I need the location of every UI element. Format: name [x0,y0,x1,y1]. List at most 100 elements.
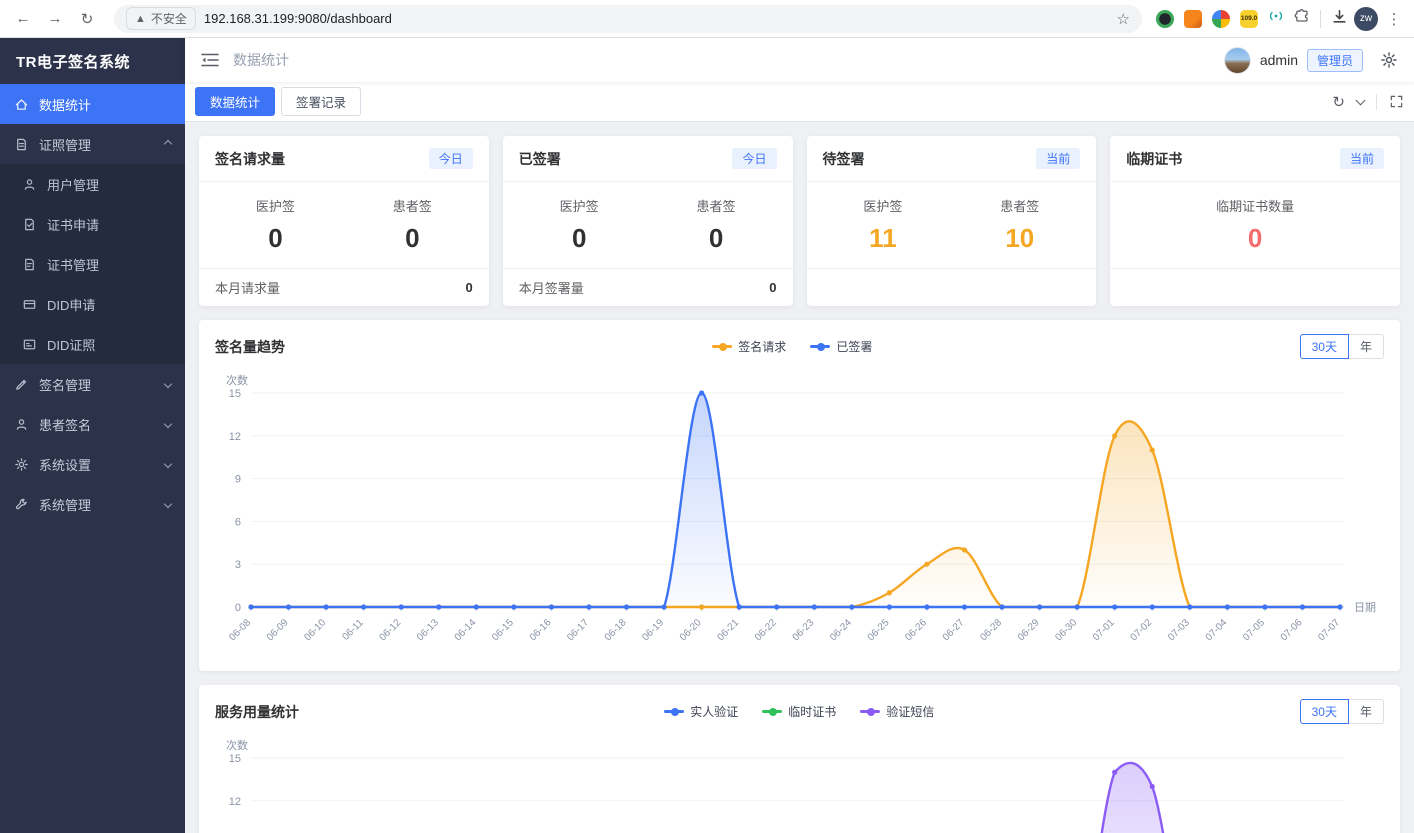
chart-card-service-usage: 服务用量统计 实人验证 临时证书 验证短信 30天 年 03691215次数日期… [199,685,1400,833]
avatar[interactable] [1224,47,1251,74]
svg-text:06-20: 06-20 [678,617,704,643]
svg-text:日期: 日期 [1354,601,1376,614]
system-icon [14,497,29,512]
tab-tools: ↻ [1332,93,1404,111]
svg-text:06-28: 06-28 [978,617,1004,643]
chevron-down-icon [164,420,172,428]
tools-divider [1376,94,1377,110]
legend-label: 已签署 [836,338,872,355]
svg-text:06-13: 06-13 [415,617,441,643]
refresh-icon[interactable]: ↻ [1332,93,1345,111]
svg-text:07-03: 07-03 [1166,617,1192,643]
forward-icon[interactable]: → [42,6,68,32]
extensions-puzzle-icon[interactable] [1294,8,1310,29]
download-icon[interactable] [1331,8,1348,30]
extensions-row: 109.0 [1156,8,1310,29]
svg-text:06-11: 06-11 [340,617,366,643]
sidebar-item-label: 系统设置 [39,455,91,474]
sidebar-item-label: 证书管理 [47,255,99,274]
bookmark-star-icon[interactable]: ☆ [1117,10,1130,28]
range-year-button[interactable]: 年 [1348,334,1384,359]
browser-profile-avatar[interactable]: zw [1354,7,1378,31]
extension-icon-fox[interactable] [1184,10,1202,28]
range-switch: 30天 年 [1300,699,1384,724]
reload-icon[interactable]: ↻ [74,6,100,32]
footer-label: 本月签署量 [519,278,584,297]
sidebar-item-license-mgmt[interactable]: 证照管理 [0,124,185,164]
sidebar-item-system-mgmt[interactable]: 系统管理 [0,484,185,524]
sidebar-item-signature-mgmt[interactable]: 签名管理 [0,364,185,404]
tab-dashboard[interactable]: 数据统计 [195,87,275,116]
card-title: 签名请求量 [215,149,285,169]
extension-icon-multicolor[interactable] [1212,10,1230,28]
topbar: 数据统计 admin 管理员 [185,38,1414,82]
sidebar-item-did-license[interactable]: DID证照 [0,324,185,364]
legend-sign-requests[interactable]: 签名请求 [712,338,786,355]
chart-legend: 实人验证 临时证书 验证短信 [299,703,1300,720]
stat-medical: 医护签 0 [560,196,599,254]
chevron-up-icon [164,140,172,148]
stat-medical: 医护签 0 [256,196,295,254]
sidebar-item-patient-sign[interactable]: 患者签名 [0,404,185,444]
svg-text:07-02: 07-02 [1128,617,1154,643]
sidebar-item-did-apply[interactable]: DID申请 [0,284,185,324]
svg-text:15: 15 [229,753,241,765]
svg-text:12: 12 [229,796,241,808]
stat-label: 患者签 [1000,196,1039,215]
stat-patient: 患者签 0 [697,196,736,254]
signature-icon [14,377,29,392]
svg-text:07-07: 07-07 [1316,617,1342,643]
sidebar-item-cert-apply[interactable]: 证书申请 [0,204,185,244]
sidebar-item-user-mgmt[interactable]: 用户管理 [0,164,185,204]
card-badge: 今日 [429,148,473,169]
cert-manage-icon [22,257,37,272]
legend-marker [762,710,782,713]
gear-icon[interactable] [1380,51,1398,69]
sidebar-collapse-icon[interactable] [201,52,219,68]
stat-value: 11 [863,223,902,254]
legend-temp-cert[interactable]: 临时证书 [762,703,836,720]
warning-icon: ▲ [135,13,146,25]
svg-text:06-25: 06-25 [866,617,892,643]
sidebar-item-label: 患者签名 [39,415,91,434]
stat-label: 医护签 [256,196,295,215]
sidebar-item-cert-mgmt[interactable]: 证书管理 [0,244,185,284]
legend-signed[interactable]: 已签署 [810,338,872,355]
sidebar-item-label: DID申请 [47,295,95,314]
browser-toolbar: ← → ↻ ▲ 不安全 192.168.31.199:9080/dashboar… [0,0,1414,38]
service-usage-chart[interactable]: 03691215次数日期06-0806-0906-1006-1106-1206-… [199,732,1400,833]
fullscreen-icon[interactable] [1389,94,1404,109]
extension-icon-badge[interactable]: 109.0 [1240,10,1258,28]
legend-marker [664,710,684,713]
broadcast-icon[interactable] [1268,8,1284,29]
card-title: 临期证书 [1126,149,1182,169]
chart-card-signature-trend: 签名量趋势 签名请求 已签署 30天 年 03691215次数日期06-0806… [199,320,1400,671]
range-30d-button[interactable]: 30天 [1300,334,1349,359]
sidebar-item-label: 系统管理 [39,495,91,514]
range-year-button[interactable]: 年 [1348,699,1384,724]
chevron-down-icon[interactable] [1356,95,1366,105]
username[interactable]: admin [1260,52,1298,68]
legend-identity-verify[interactable]: 实人验证 [664,703,738,720]
svg-text:06-24: 06-24 [828,617,854,643]
sidebar-item-dashboard[interactable]: 数据统计 [0,84,185,124]
extension-icon-green[interactable] [1156,10,1174,28]
chevron-down-icon [164,460,172,468]
stat-expiring: 临期证书数量 0 [1216,196,1294,254]
browser-menu-icon[interactable]: ⋮ [1384,10,1404,28]
security-label: 不安全 [151,10,187,27]
address-bar[interactable]: ▲ 不安全 192.168.31.199:9080/dashboard ☆ [114,5,1142,33]
svg-text:06-09: 06-09 [265,617,291,643]
range-switch: 30天 年 [1300,334,1384,359]
sidebar-item-system-settings[interactable]: 系统设置 [0,444,185,484]
signature-trend-chart[interactable]: 03691215次数日期06-0806-0906-1006-1106-1206-… [199,367,1400,667]
legend-verify-sms[interactable]: 验证短信 [860,703,934,720]
security-chip[interactable]: ▲ 不安全 [126,7,196,30]
range-30d-button[interactable]: 30天 [1300,699,1349,724]
tab-sign-records[interactable]: 签署记录 [281,87,361,116]
back-icon[interactable]: ← [10,6,36,32]
url-text: 192.168.31.199:9080/dashboard [204,11,1109,26]
svg-text:07-05: 07-05 [1241,617,1267,643]
card-badge: 今日 [732,148,776,169]
stat-patient: 患者签 10 [1000,196,1039,254]
